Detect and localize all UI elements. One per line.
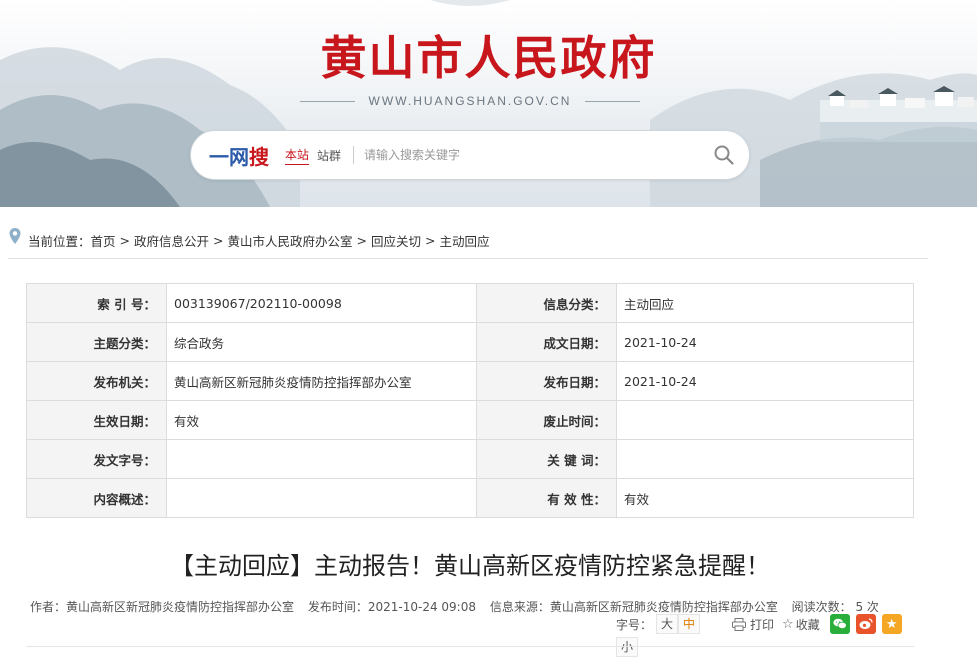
- divider-line: [585, 100, 640, 102]
- font-size-medium-button[interactable]: 中: [678, 614, 701, 634]
- printer-icon: [732, 617, 747, 631]
- breadcrumb: 当前位置： 首页 > 政府信息公开 > 黄山市人民政府办公室 > 回应关切 > …: [8, 222, 928, 259]
- table-row: 索 引 号： 003139067/202110-00098 信息分类： 主动回应: [26, 283, 914, 323]
- search-scope-site[interactable]: 本站: [285, 146, 310, 165]
- divider-line: [300, 100, 355, 102]
- info-value: 有效: [616, 478, 914, 518]
- info-value: 主动回应: [616, 283, 914, 323]
- print-button[interactable]: 打印: [732, 616, 774, 633]
- info-label: 有 效 性：: [476, 478, 617, 518]
- article-tools: 字号： 大 中 打印 ☆ 收藏 ★: [616, 612, 902, 636]
- breadcrumb-item-home[interactable]: 首页: [91, 231, 116, 250]
- info-label: 发布日期：: [476, 361, 617, 401]
- info-label: 索 引 号：: [26, 283, 167, 323]
- info-label: 废止时间：: [476, 400, 617, 440]
- weibo-icon: [859, 618, 873, 629]
- search-logo-part2: 搜: [249, 144, 269, 169]
- info-label: 生效日期：: [26, 400, 167, 440]
- breadcrumb-separator: >: [119, 232, 131, 248]
- site-title: 黄山市人民政府: [320, 31, 657, 85]
- info-value: [166, 439, 477, 479]
- article-title: 【主动回应】主动报告！黄山高新区疫情防控紧急提醒！: [170, 552, 770, 580]
- search-box: 一网 搜 本站 站群: [190, 130, 750, 180]
- location-pin-icon: [9, 228, 21, 244]
- info-label: 信息分类：: [476, 283, 617, 323]
- search-logo-part1: 一网: [209, 144, 249, 169]
- font-size-label: 字号：: [616, 617, 653, 632]
- article-publish-time: 发布时间：2021-10-24 09:08: [307, 600, 476, 614]
- star-outline-icon: ☆: [782, 616, 794, 632]
- breadcrumb-item-gov-info[interactable]: 政府信息公开: [134, 231, 209, 250]
- table-row: 主题分类： 综合政务 成文日期： 2021-10-24: [26, 322, 914, 362]
- wechat-icon: [833, 618, 847, 630]
- print-label: 打印: [750, 617, 775, 632]
- info-value: 综合政务: [166, 322, 477, 362]
- article-author: 作者：黄山高新区新冠肺炎疫情防控指挥部办公室: [30, 600, 295, 614]
- site-url: WWW.HUANGSHAN.GOV.CN: [368, 94, 572, 108]
- table-row: 发布机关： 黄山高新区新冠肺炎疫情防控指挥部办公室 发布日期： 2021-10-…: [26, 361, 914, 401]
- info-value: [166, 478, 477, 518]
- info-value: 有效: [166, 400, 477, 440]
- breadcrumb-separator: >: [425, 232, 436, 248]
- share-qzone-button[interactable]: ★: [881, 614, 902, 634]
- info-label: 发文字号：: [26, 439, 167, 479]
- info-value: [616, 439, 914, 479]
- search-scope-group[interactable]: 站群: [317, 147, 341, 164]
- breadcrumb-item-active-response[interactable]: 主动回应: [440, 231, 490, 250]
- info-label: 成文日期：: [476, 322, 617, 362]
- favorite-button[interactable]: ☆ 收藏: [782, 616, 820, 633]
- search-input[interactable]: [362, 147, 697, 163]
- info-value: [616, 400, 914, 440]
- favorite-label: 收藏: [795, 617, 820, 632]
- breadcrumb-separator: >: [213, 232, 224, 248]
- site-url-row: WWW.HUANGSHAN.GOV.CN: [300, 92, 640, 110]
- breadcrumb-item-concerns[interactable]: 回应关切: [371, 231, 421, 250]
- breadcrumb-separator: >: [356, 232, 368, 248]
- search-divider: [353, 146, 355, 164]
- font-size-large-button[interactable]: 大: [656, 614, 679, 634]
- search-logo: 一网 搜: [209, 141, 269, 170]
- share-wechat-button[interactable]: [829, 614, 850, 634]
- info-label: 关 键 词：: [476, 439, 617, 479]
- search-icon[interactable]: [713, 144, 735, 166]
- table-row: 内容概述： 有 效 性： 有效: [26, 478, 914, 518]
- site-banner: 黄山市人民政府 WWW.HUANGSHAN.GOV.CN 一网 搜 本站 站群: [0, 0, 977, 207]
- table-row: 生效日期： 有效 废止时间：: [26, 400, 914, 440]
- breadcrumb-prefix: 当前位置：: [28, 233, 91, 249]
- qzone-star-icon: ★: [885, 616, 898, 632]
- info-value: 003139067/202110-00098: [166, 283, 477, 323]
- info-value: 黄山高新区新冠肺炎疫情防控指挥部办公室: [166, 361, 477, 401]
- info-value: 2021-10-24: [616, 361, 914, 401]
- table-row: 发文字号： 关 键 词：: [26, 439, 914, 479]
- divider: [26, 646, 914, 647]
- font-size-small-button[interactable]: 小: [616, 637, 638, 657]
- info-label: 内容概述：: [26, 478, 167, 518]
- info-label: 发布机关：: [26, 361, 167, 401]
- info-value: 2021-10-24: [616, 322, 914, 362]
- share-weibo-button[interactable]: [855, 614, 876, 634]
- document-info-table: 索 引 号： 003139067/202110-00098 信息分类： 主动回应…: [26, 283, 914, 518]
- info-label: 主题分类：: [26, 322, 167, 362]
- breadcrumb-item-office[interactable]: 黄山市人民政府办公室: [228, 231, 353, 250]
